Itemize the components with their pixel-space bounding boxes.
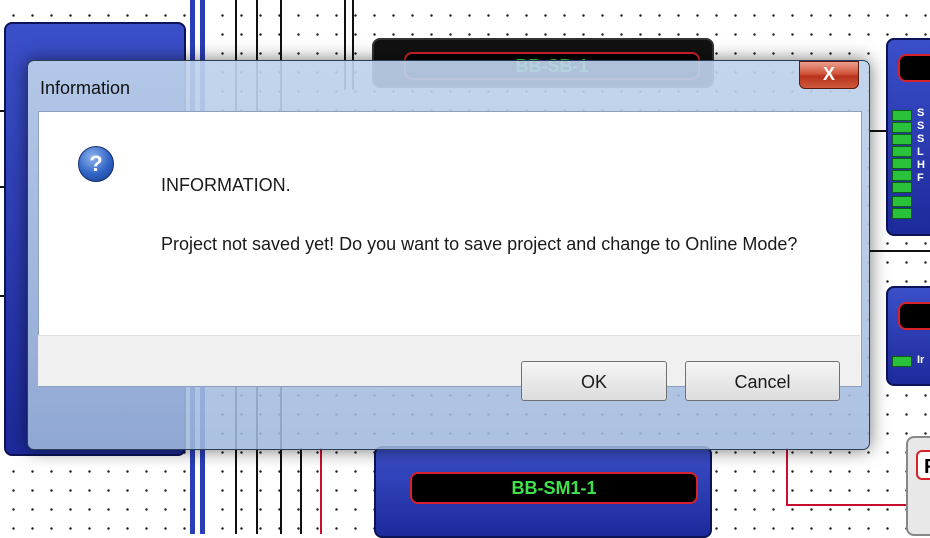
close-button[interactable]: X: [799, 61, 859, 89]
port-label: S: [917, 107, 925, 119]
right-device-block-bottom[interactable]: F: [906, 436, 930, 536]
dialog-title: Information: [40, 78, 131, 98]
port-connector[interactable]: [892, 196, 912, 207]
port-label: Ir: [917, 354, 925, 366]
port-connector[interactable]: [892, 356, 912, 367]
device-label: F: [916, 450, 930, 480]
information-dialog: Information X ? INFORMATION. Project not…: [27, 60, 870, 450]
port-label: H: [917, 159, 925, 171]
port-connector[interactable]: [892, 182, 912, 193]
wire: [786, 504, 906, 506]
message-text: Project not saved yet! Do you want to sa…: [161, 234, 798, 254]
question-icon: ?: [78, 146, 114, 182]
device-label: [898, 54, 930, 82]
port-connector[interactable]: [892, 208, 912, 219]
device-label: BB-SM1-1: [410, 472, 698, 504]
bottom-device-block[interactable]: BB-SM1-1: [374, 446, 712, 538]
wire: [870, 250, 930, 252]
close-icon: X: [822, 64, 835, 84]
port-connector[interactable]: [892, 146, 912, 157]
cancel-button[interactable]: Cancel: [685, 361, 840, 401]
port-label: F: [917, 172, 924, 184]
message-heading: INFORMATION.: [161, 175, 291, 195]
port-label: S: [917, 120, 925, 132]
device-label: [898, 302, 930, 330]
dialog-titlebar[interactable]: Information X: [28, 61, 869, 111]
port-connector[interactable]: [892, 134, 912, 145]
ok-button[interactable]: OK: [521, 361, 667, 401]
port-connector[interactable]: [892, 158, 912, 169]
wire: [300, 448, 302, 534]
port-label: L: [917, 146, 924, 158]
right-device-block-mid[interactable]: [886, 286, 930, 386]
port-label: S: [917, 133, 925, 145]
wire: [320, 448, 322, 534]
port-connector[interactable]: [892, 170, 912, 181]
port-connector[interactable]: [892, 122, 912, 133]
port-connector[interactable]: [892, 110, 912, 121]
wire: [786, 448, 788, 506]
